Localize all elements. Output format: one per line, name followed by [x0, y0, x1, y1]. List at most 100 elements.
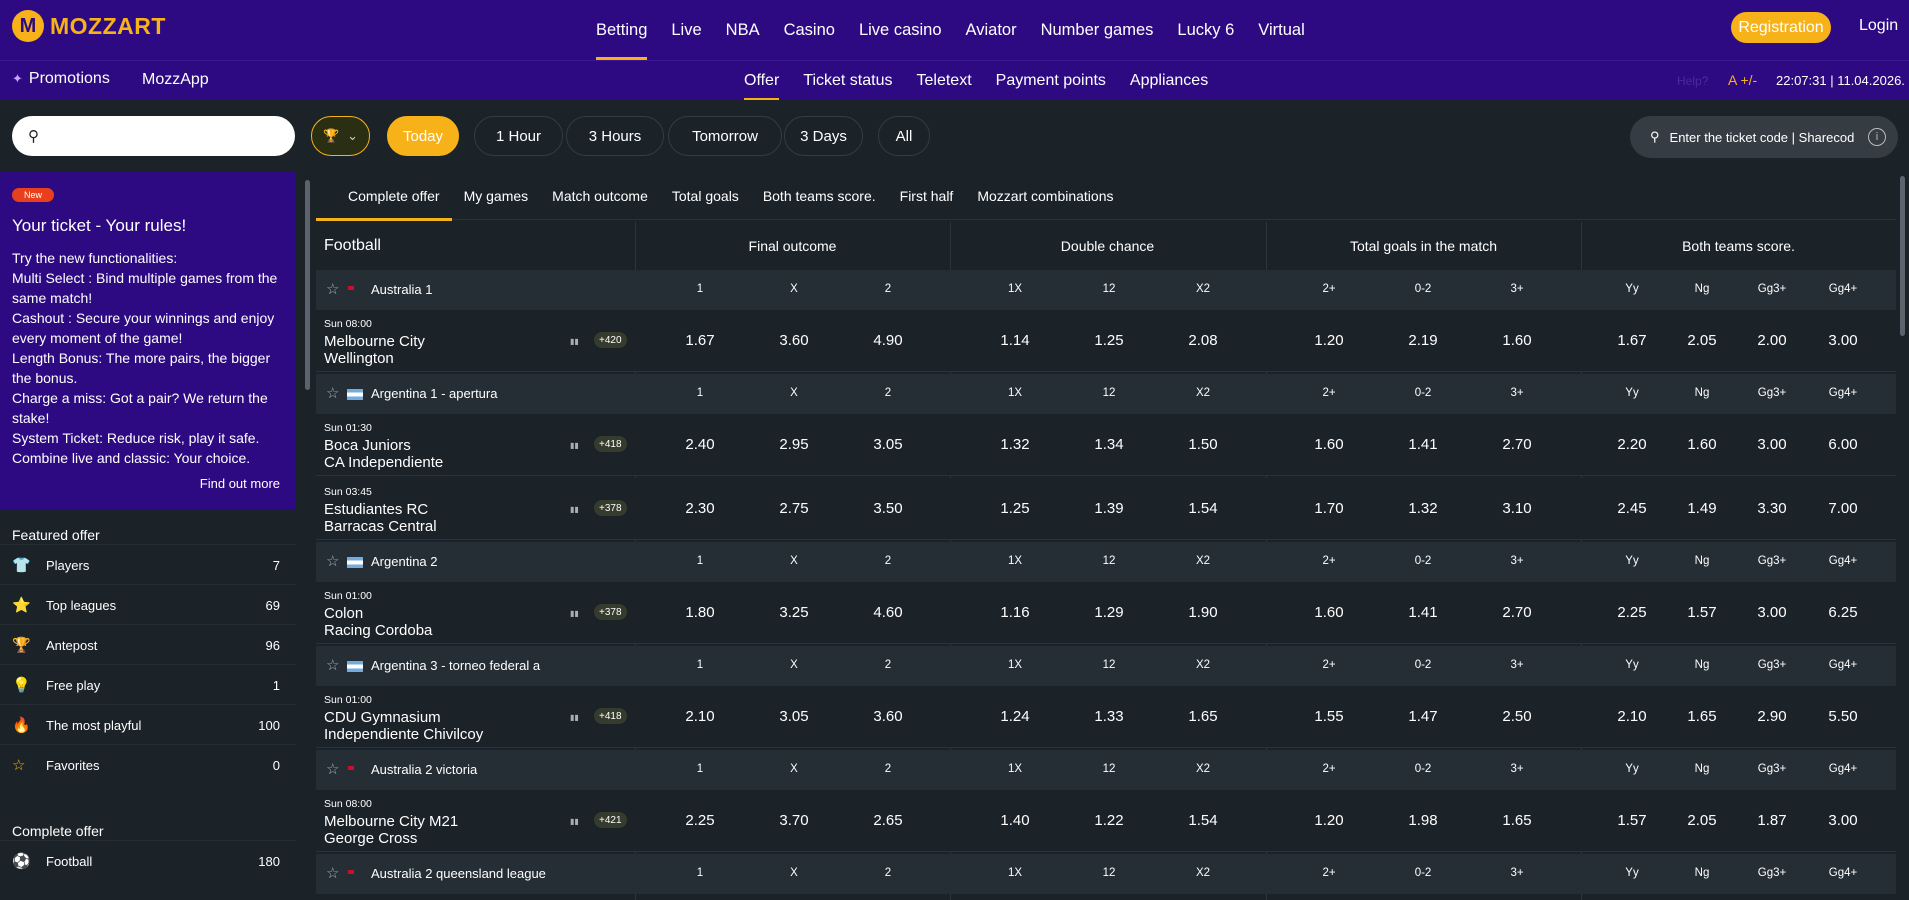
match-row[interactable]: Sun 01:00 CDU Gymnasium Independiente Chiv…: [316, 686, 1896, 748]
odd-button[interactable]: 1.33: [1079, 708, 1139, 725]
odd-button[interactable]: 2.25: [1602, 604, 1662, 621]
nav-item-nba[interactable]: NBA: [714, 0, 772, 60]
league-row[interactable]: ☆ Australia 2 queensland league 1 X 2 1X 12 X2 2…: [316, 854, 1896, 894]
odd-button[interactable]: 1.90: [1173, 604, 1233, 621]
odd-button[interactable]: 1.60: [1299, 604, 1359, 621]
odd-button[interactable]: 2.25: [670, 812, 730, 829]
odd-button[interactable]: 1.25: [985, 500, 1045, 517]
odd-button[interactable]: 1.54: [1173, 812, 1233, 829]
odd-button[interactable]: 1.60: [1299, 436, 1359, 453]
time-filter-3-hours[interactable]: 3 Hours: [566, 116, 664, 156]
odd-button[interactable]: 1.55: [1299, 708, 1359, 725]
odd-button[interactable]: 1.20: [1299, 812, 1359, 829]
odd-button[interactable]: 1.65: [1672, 708, 1732, 725]
odd-button[interactable]: 4.60: [858, 604, 918, 621]
nav-item-virtual[interactable]: Virtual: [1246, 0, 1316, 60]
nav-item-number-games[interactable]: Number games: [1029, 0, 1166, 60]
odd-button[interactable]: 2.30: [670, 500, 730, 517]
star-outline-icon[interactable]: ☆: [326, 384, 339, 402]
stats-icon[interactable]: ▮▮: [570, 441, 579, 450]
odd-button[interactable]: 2.05: [1672, 812, 1732, 829]
sidebar-item-antepost[interactable]: 🏆 Antepost 96: [0, 624, 296, 664]
subnav-item-appliances[interactable]: Appliances: [1118, 61, 1220, 101]
odd-button[interactable]: 5.50: [1813, 708, 1873, 725]
tab-mozzart-combinations[interactable]: Mozzart combinations: [965, 172, 1125, 220]
star-outline-icon[interactable]: ☆: [326, 656, 339, 674]
time-filter-tomorrow[interactable]: Tomorrow: [668, 116, 782, 156]
odd-button[interactable]: 1.65: [1173, 708, 1233, 725]
odd-button[interactable]: 3.05: [764, 708, 824, 725]
odd-button[interactable]: 1.49: [1672, 500, 1732, 517]
odd-button[interactable]: 2.70: [1487, 436, 1547, 453]
odd-button[interactable]: 3.25: [764, 604, 824, 621]
tab-first-half[interactable]: First half: [888, 172, 966, 220]
find-out-more-link[interactable]: Find out more: [200, 476, 280, 491]
logo[interactable]: M MOZZART: [12, 10, 166, 42]
stats-icon[interactable]: ▮▮: [570, 817, 579, 826]
more-markets-badge[interactable]: +418: [594, 708, 627, 724]
odd-button[interactable]: 1.41: [1393, 436, 1453, 453]
login-button[interactable]: Login: [1859, 17, 1898, 35]
odd-button[interactable]: 2.75: [764, 500, 824, 517]
odd-button[interactable]: 2.40: [670, 436, 730, 453]
tab-match-outcome[interactable]: Match outcome: [540, 172, 660, 220]
odd-button[interactable]: 3.60: [858, 708, 918, 725]
odd-button[interactable]: 1.65: [1487, 812, 1547, 829]
odd-button[interactable]: 3.60: [764, 332, 824, 349]
odd-button[interactable]: 3.05: [858, 436, 918, 453]
odd-button[interactable]: 1.14: [985, 332, 1045, 349]
odd-button[interactable]: 4.90: [858, 332, 918, 349]
sidebar-item-the-most-playful[interactable]: 🔥 The most playful 100: [0, 704, 296, 744]
odd-button[interactable]: 1.22: [1079, 812, 1139, 829]
more-markets-badge[interactable]: +378: [594, 500, 627, 516]
subnav-item-payment-points[interactable]: Payment points: [984, 61, 1118, 101]
odd-button[interactable]: 2.65: [858, 812, 918, 829]
match-row[interactable]: Sun 03:45 Estudiantes RC Barracas Central ▮…: [316, 478, 1896, 540]
nav-item-aviator[interactable]: Aviator: [954, 0, 1029, 60]
league-row[interactable]: ☆ Argentina 1 - apertura 1 X 2 1X 12 X2 2+ 0-2 3+ Y…: [316, 374, 1896, 414]
stats-icon[interactable]: ▮▮: [570, 609, 579, 618]
font-size-toggle[interactable]: A +/-: [1728, 72, 1757, 88]
nav-item-live[interactable]: Live: [659, 0, 713, 60]
sidebar-scrollbar[interactable]: [305, 180, 310, 390]
match-row[interactable]: Sun 08:00 Melbourne City M21 George Cross ▮…: [316, 790, 1896, 852]
odd-button[interactable]: 1.98: [1393, 812, 1453, 829]
odd-button[interactable]: 2.70: [1487, 604, 1547, 621]
more-markets-badge[interactable]: +421: [594, 812, 627, 828]
star-outline-icon[interactable]: ☆: [326, 280, 339, 298]
odd-button[interactable]: 1.57: [1672, 604, 1732, 621]
odd-button[interactable]: 1.25: [1079, 332, 1139, 349]
tab-my-games[interactable]: My games: [452, 172, 541, 220]
ticket-code-input[interactable]: ⚲ Enter the ticket code | Sharecod i: [1630, 116, 1898, 158]
odd-button[interactable]: 1.20: [1299, 332, 1359, 349]
odd-button[interactable]: 7.00: [1813, 500, 1873, 517]
odd-button[interactable]: 1.60: [1487, 332, 1547, 349]
odd-button[interactable]: 1.39: [1079, 500, 1139, 517]
match-row[interactable]: Sun 08:00 Melbourne City Wellington ▮▮ +420 1…: [316, 310, 1896, 372]
odd-button[interactable]: 2.10: [1602, 708, 1662, 725]
odd-button[interactable]: 1.32: [985, 436, 1045, 453]
odd-button[interactable]: 1.67: [670, 332, 730, 349]
nav-item-betting[interactable]: Betting: [584, 0, 659, 60]
odd-button[interactable]: 6.25: [1813, 604, 1873, 621]
content-scrollbar[interactable]: [1900, 176, 1905, 336]
more-markets-badge[interactable]: +378: [594, 604, 627, 620]
subnav-item-ticket-status[interactable]: Ticket status: [791, 61, 904, 101]
star-outline-icon[interactable]: ☆: [326, 864, 339, 882]
promotions-link[interactable]: ✦ Promotions: [12, 70, 110, 88]
odd-button[interactable]: 1.34: [1079, 436, 1139, 453]
odd-button[interactable]: 3.50: [858, 500, 918, 517]
odd-button[interactable]: 1.60: [1672, 436, 1732, 453]
odd-button[interactable]: 2.90: [1742, 708, 1802, 725]
odd-button[interactable]: 3.00: [1742, 436, 1802, 453]
odd-button[interactable]: 1.32: [1393, 500, 1453, 517]
more-markets-badge[interactable]: +418: [594, 436, 627, 452]
match-row[interactable]: Sun 01:30 Boca Juniors CA Independiente ▮▮ +…: [316, 414, 1896, 476]
stats-icon[interactable]: ▮▮: [570, 713, 579, 722]
odd-button[interactable]: 1.54: [1173, 500, 1233, 517]
odd-button[interactable]: 2.00: [1742, 332, 1802, 349]
nav-item-casino[interactable]: Casino: [772, 0, 847, 60]
more-markets-badge[interactable]: +420: [594, 332, 627, 348]
odd-button[interactable]: 1.41: [1393, 604, 1453, 621]
odd-button[interactable]: 1.24: [985, 708, 1045, 725]
